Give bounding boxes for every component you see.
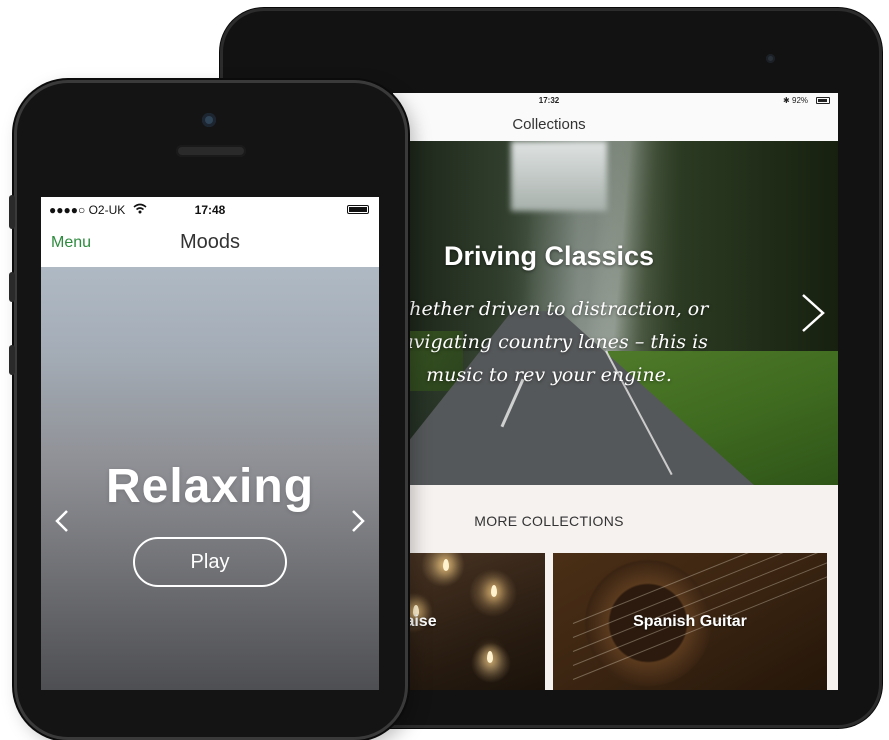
collection-tile-praise[interactable]: of Praise (393, 553, 545, 690)
candle-flame (487, 651, 493, 663)
page-title: Collections (512, 116, 586, 133)
candle-flame (491, 585, 497, 597)
iphone-screen: ●●●●○ O2-UK 17:48 Menu Moods Relaxing Pl… (41, 197, 379, 690)
ipad-nav-bar: Collections (393, 109, 838, 142)
ipad-status-bar: 17:32 ✱ 92% (393, 93, 838, 109)
iphone-speaker (176, 145, 246, 157)
volume-down-button (9, 345, 15, 375)
mute-switch (9, 195, 15, 229)
hero-sky (511, 141, 607, 211)
battery-icon (816, 97, 830, 104)
guitar-string (572, 553, 827, 666)
candle-flame (443, 559, 449, 571)
featured-collection-banner[interactable]: Driving Classics Whether driven to distr… (393, 141, 838, 485)
wifi-icon (133, 203, 147, 214)
play-button[interactable]: Play (133, 537, 287, 587)
chevron-right-icon[interactable] (347, 508, 369, 534)
collection-description: Whether driven to distraction, or naviga… (393, 298, 709, 386)
ipad-status-time: 17:32 (538, 96, 560, 105)
page-title: Moods (179, 231, 241, 253)
collection-tile-spanish-guitar[interactable]: Spanish Guitar (553, 553, 827, 690)
mood-title: Relaxing (105, 460, 315, 513)
chevron-left-icon[interactable] (51, 508, 73, 534)
collection-tile-label: of Praise (393, 613, 437, 630)
guitar-string (572, 553, 827, 652)
collection-title: Driving Classics (443, 241, 655, 271)
collection-tile-label: Spanish Guitar (633, 613, 747, 630)
bluetooth-icon: ✱ (783, 96, 790, 105)
iphone-status-bar: ●●●●○ O2-UK 17:48 (41, 197, 379, 221)
iphone-camera (202, 113, 216, 127)
ipad-screen: 17:32 ✱ 92% Collections Driving Classics… (393, 93, 838, 690)
battery-icon (347, 205, 369, 214)
chevron-right-icon[interactable] (795, 293, 829, 333)
ipad-camera (766, 54, 775, 63)
ipad-battery-percent: 92% (792, 96, 809, 105)
more-collections-heading: MORE COLLECTIONS (474, 513, 624, 529)
volume-up-button (9, 272, 15, 302)
iphone-nav-bar: Menu Moods (41, 221, 379, 267)
iphone-status-time: 17:48 (194, 203, 226, 217)
